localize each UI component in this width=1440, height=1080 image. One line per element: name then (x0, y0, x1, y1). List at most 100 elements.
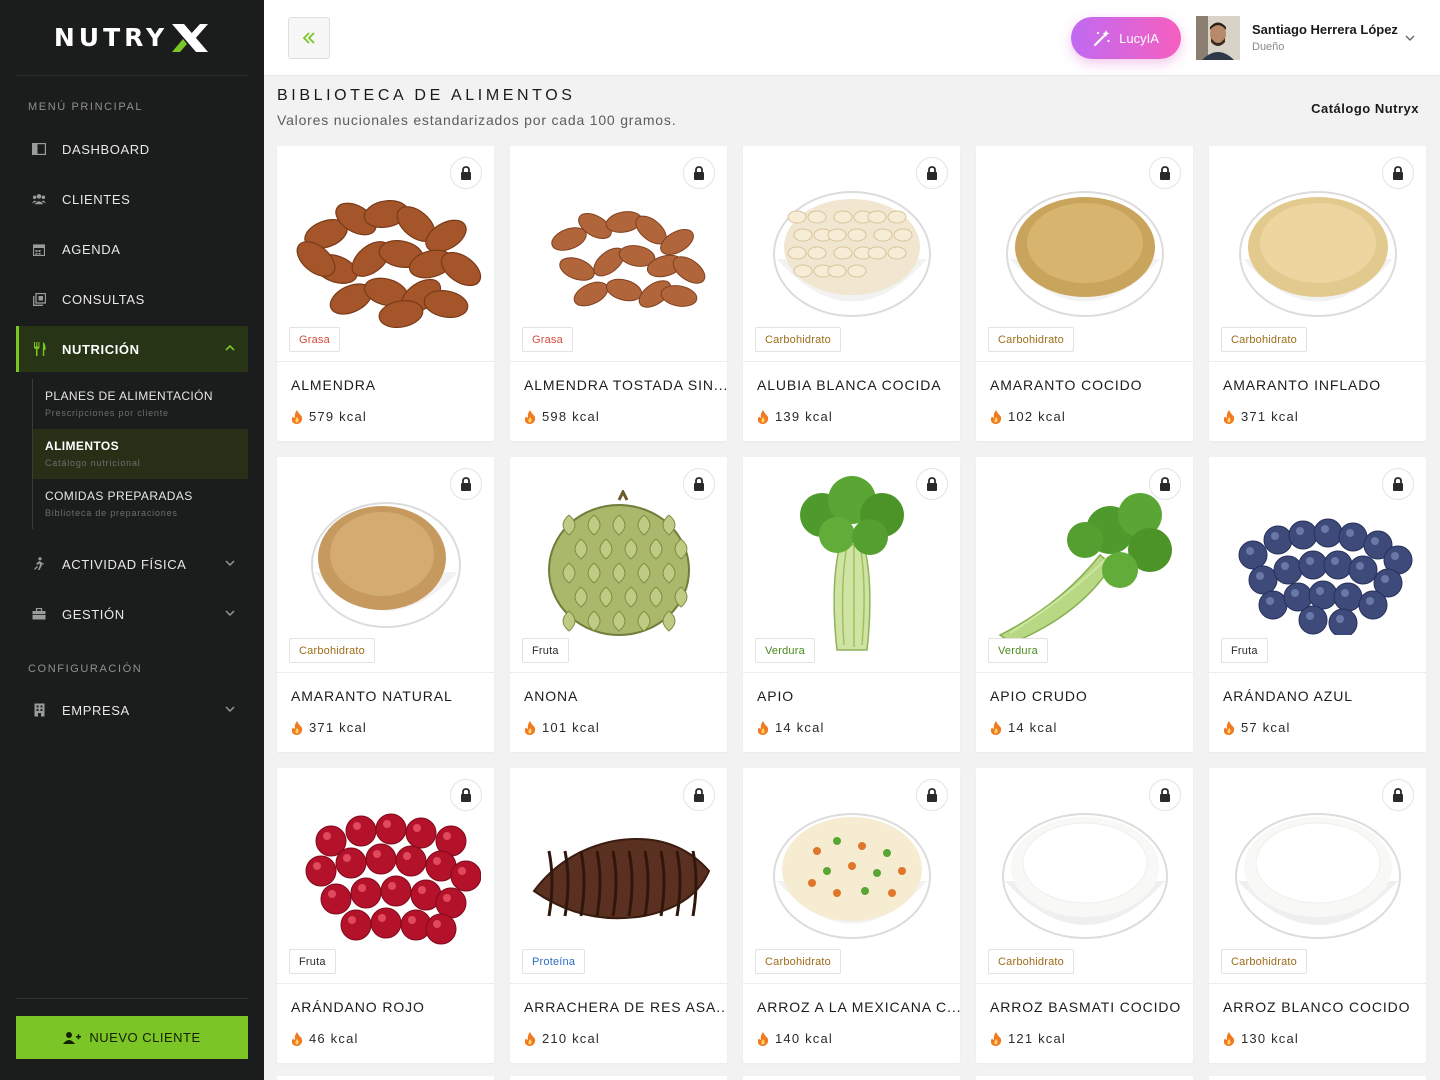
lock-button[interactable] (1382, 157, 1414, 189)
chevron-down-icon (225, 560, 235, 566)
lock-button[interactable] (683, 468, 715, 500)
flame-icon (524, 720, 536, 735)
food-kcal-value: 371 kcal (1241, 409, 1300, 424)
lucy-ai-button[interactable]: LucyIA (1071, 17, 1181, 59)
food-card[interactable]: Carbohidrato ARROZ BASMATI COCIDO 121 kcal (976, 768, 1193, 1063)
food-image[interactable]: Carbohidrato (743, 768, 960, 984)
food-grid: Grasa ALMENDRA 579 kcal Grasa ALMENDRA TOSTA… (277, 146, 1427, 1063)
submenu-alimentos[interactable]: ALIMENTOS Catálogo nutricional (33, 429, 248, 479)
lock-icon (1160, 477, 1170, 491)
food-image[interactable]: Carbohidrato (1209, 768, 1426, 984)
lock-button[interactable] (450, 468, 482, 500)
food-image[interactable]: Carbohidrato (277, 457, 494, 673)
category-badge: Verdura (988, 638, 1048, 663)
chevron-down-icon (225, 706, 235, 712)
nav-actividad-label: ACTIVIDAD FÍSICA (62, 556, 187, 572)
food-image[interactable]: Proteína (510, 768, 727, 984)
food-image[interactable]: Carbohidrato (976, 768, 1193, 984)
food-kcal-value: 371 kcal (309, 720, 368, 735)
lock-icon (461, 477, 471, 491)
flame-icon (757, 720, 769, 735)
food-card[interactable]: Carbohidrato AMARANTO COCIDO 102 kcal (976, 146, 1193, 441)
food-card[interactable]: Carbohidrato ALUBIA BLANCA COCIDA 139 kcal (743, 146, 960, 441)
topbar: LucyIA Santiago Herrera López Dueño (264, 0, 1440, 76)
lock-icon (694, 166, 704, 180)
lock-button[interactable] (1149, 157, 1181, 189)
food-card[interactable]: Fruta ARÁNDANO ROJO 46 kcal (277, 768, 494, 1063)
lock-icon (1393, 477, 1403, 491)
food-card[interactable]: Carbohidrato ARROZ BLANCO COCIDO 130 kcal (1209, 768, 1426, 1063)
lock-icon (927, 477, 937, 491)
food-card[interactable]: Carbohidrato AMARANTO NATURAL 371 kcal (277, 457, 494, 752)
lock-icon (694, 788, 704, 802)
food-image[interactable]: Verdura (976, 457, 1193, 673)
nav-clientes[interactable]: CLIENTES (16, 176, 248, 222)
submenu-comidas[interactable]: COMIDAS PREPARADAS Biblioteca de prepara… (33, 479, 248, 529)
food-image[interactable]: Fruta (1209, 457, 1426, 673)
food-name: AMARANTO COCIDO (990, 377, 1143, 393)
dashboard-icon (32, 142, 46, 156)
food-image[interactable]: Carbohidrato (976, 146, 1193, 362)
lock-button[interactable] (916, 157, 948, 189)
category-badge: Verdura (755, 638, 815, 663)
food-name: ALUBIA BLANCA COCIDA (757, 377, 942, 393)
food-name: ARÁNDANO ROJO (291, 999, 425, 1015)
food-card[interactable]: Verdura APIO CRUDO 14 kcal (976, 457, 1193, 752)
nav-actividad[interactable]: ACTIVIDAD FÍSICA (16, 541, 248, 587)
food-card[interactable]: Proteína ARRACHERA DE RES ASA... 210 kcal (510, 768, 727, 1063)
flame-icon (1223, 409, 1235, 424)
nav-empresa[interactable]: EMPRESA (16, 687, 248, 733)
food-image[interactable]: Fruta (510, 457, 727, 673)
category-badge: Grasa (289, 327, 340, 352)
peek-card (976, 1076, 1193, 1080)
food-kcal: 101 kcal (524, 720, 600, 735)
collapse-sidebar-button[interactable] (288, 17, 330, 59)
nav-consultas[interactable]: CONSULTAS (16, 276, 248, 322)
food-image[interactable]: Carbohidrato (1209, 146, 1426, 362)
lock-button[interactable] (1382, 468, 1414, 500)
food-image[interactable]: Carbohidrato (743, 146, 960, 362)
nav-nutricion[interactable]: NUTRICIÓN (16, 326, 248, 372)
lock-button[interactable] (450, 779, 482, 811)
lock-button[interactable] (1149, 779, 1181, 811)
nav-agenda[interactable]: AGENDA (16, 226, 248, 272)
food-card[interactable]: Verdura APIO 14 kcal (743, 457, 960, 752)
food-card[interactable]: Fruta ARÁNDANO AZUL 57 kcal (1209, 457, 1426, 752)
lock-button[interactable] (683, 157, 715, 189)
nav-dashboard[interactable]: DASHBOARD (16, 126, 248, 172)
chevron-down-icon[interactable] (1404, 32, 1416, 44)
lock-button[interactable] (1149, 468, 1181, 500)
flame-icon (757, 1031, 769, 1046)
food-kcal-value: 57 kcal (1241, 720, 1291, 735)
food-card[interactable]: Carbohidrato ARROZ A LA MEXICANA C... 140 … (743, 768, 960, 1063)
utensils-icon (32, 342, 46, 356)
new-client-button[interactable]: NUEVO CLIENTE (16, 1016, 248, 1059)
lock-icon (1160, 166, 1170, 180)
food-card[interactable]: Carbohidrato AMARANTO INFLADO 371 kcal (1209, 146, 1426, 441)
food-image[interactable]: Verdura (743, 457, 960, 673)
food-image[interactable]: Fruta (277, 768, 494, 984)
lock-button[interactable] (916, 779, 948, 811)
food-image[interactable]: Grasa (510, 146, 727, 362)
lock-icon (1160, 788, 1170, 802)
food-card[interactable]: Fruta ANONA 101 kcal (510, 457, 727, 752)
peek-card (1209, 1076, 1426, 1080)
nav-gestion[interactable]: GESTIÓN (16, 591, 248, 637)
brand-logo[interactable]: NUTRY (16, 0, 248, 76)
avatar[interactable] (1196, 16, 1240, 60)
user-name[interactable]: Santiago Herrera López (1252, 22, 1398, 37)
lock-button[interactable] (916, 468, 948, 500)
lock-button[interactable] (450, 157, 482, 189)
food-name: ARROZ BASMATI COCIDO (990, 999, 1182, 1015)
food-image[interactable]: Grasa (277, 146, 494, 362)
food-card[interactable]: Grasa ALMENDRA 579 kcal (277, 146, 494, 441)
brand-name: NUTRY (53, 23, 169, 52)
lock-button[interactable] (1382, 779, 1414, 811)
submenu-planes[interactable]: PLANES DE ALIMENTACIÓN Prescripciones po… (33, 379, 248, 429)
lock-button[interactable] (683, 779, 715, 811)
category-badge: Carbohidrato (755, 949, 841, 974)
user-role: Dueño (1252, 41, 1285, 53)
food-kcal: 14 kcal (990, 720, 1058, 735)
food-card[interactable]: Grasa ALMENDRA TOSTADA SIN... 598 kcal (510, 146, 727, 441)
brand-x-mark (172, 23, 209, 52)
